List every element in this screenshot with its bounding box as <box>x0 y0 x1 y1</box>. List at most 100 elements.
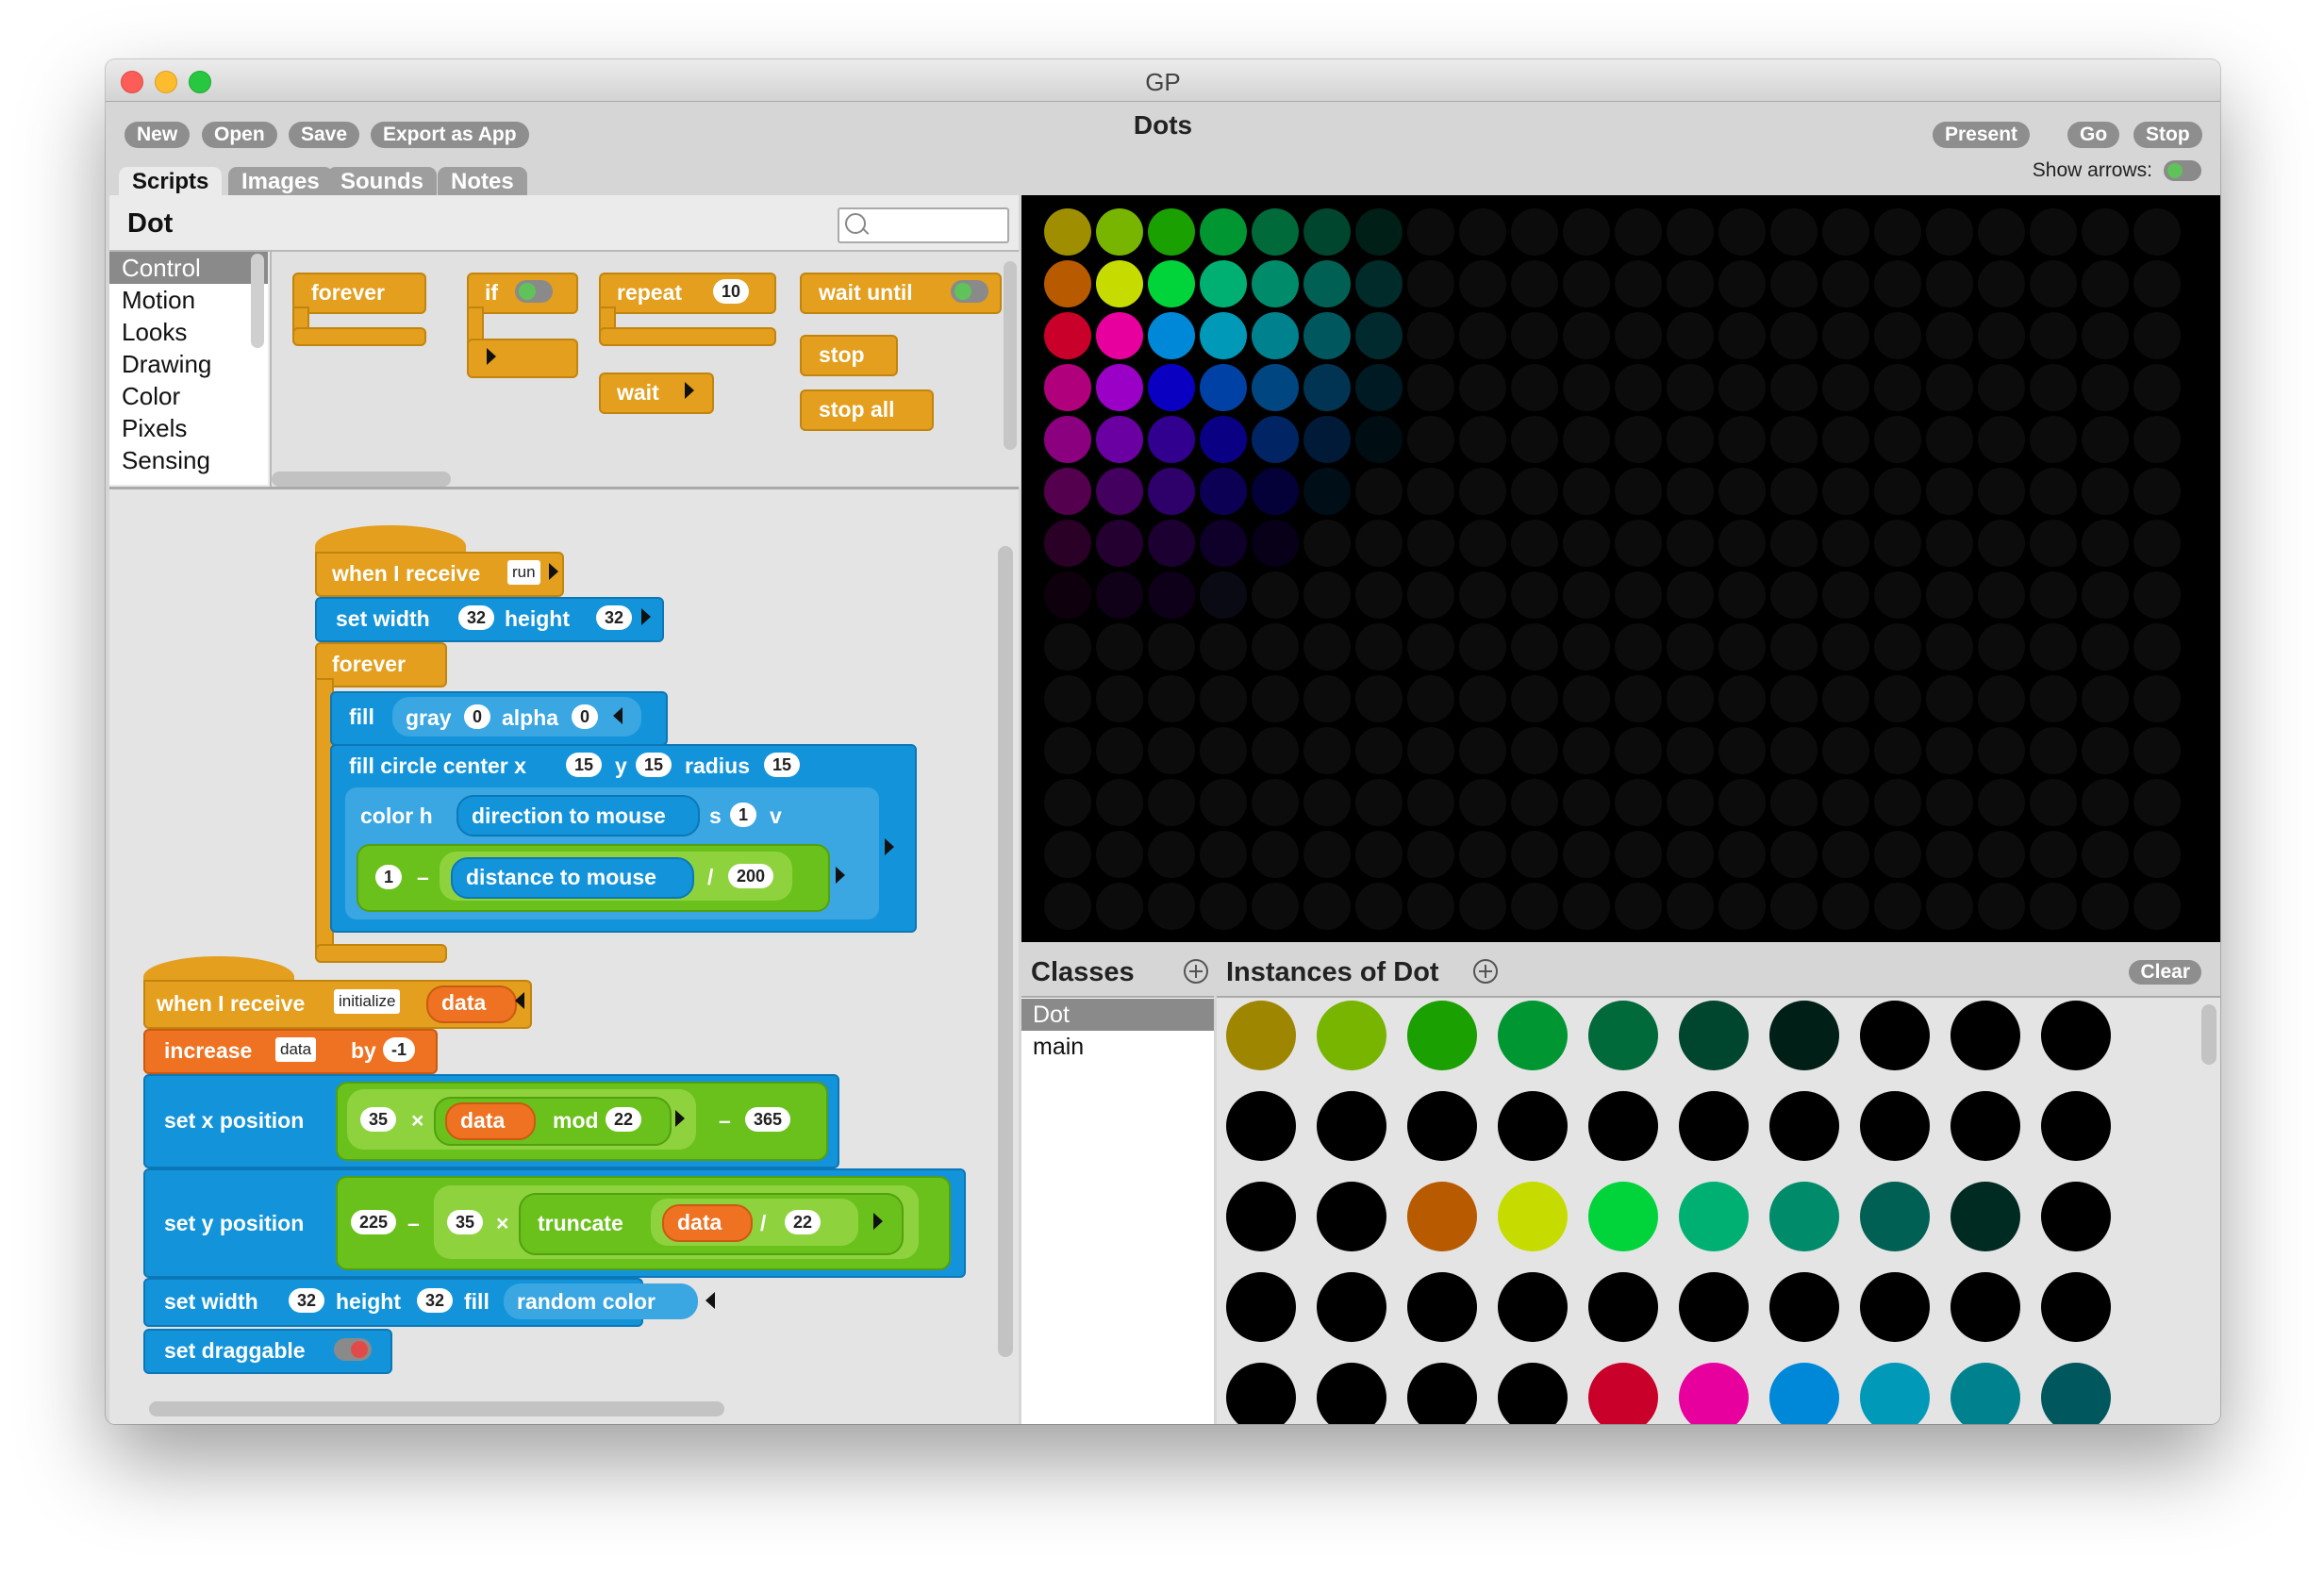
scripts-horizontal-scrollbar[interactable] <box>149 1401 724 1416</box>
stage-dot[interactable] <box>1355 883 1403 930</box>
stage-dot[interactable] <box>1355 208 1403 256</box>
stage-dot[interactable] <box>1615 208 1662 256</box>
instance-thumbnail[interactable] <box>1407 1182 1477 1251</box>
scripts-vertical-scrollbar[interactable] <box>998 546 1013 1357</box>
stage-dot[interactable] <box>1459 364 1506 411</box>
stage-dot[interactable] <box>1563 883 1610 930</box>
stage-dot[interactable] <box>1770 208 1818 256</box>
stage-dot[interactable] <box>1511 571 1558 619</box>
instance-thumbnail[interactable] <box>1317 1182 1386 1251</box>
stage-dot[interactable] <box>1615 312 1662 359</box>
stage-dot[interactable] <box>1563 364 1610 411</box>
stage-dot[interactable] <box>1459 675 1506 722</box>
instance-thumbnail[interactable] <box>1769 1182 1839 1251</box>
stage-dot[interactable] <box>1718 571 1766 619</box>
stage-dot[interactable] <box>1303 520 1351 567</box>
stage-dot[interactable] <box>2030 831 2077 878</box>
instance-thumbnail[interactable] <box>1317 1091 1386 1161</box>
tab-notes[interactable]: Notes <box>438 167 527 197</box>
stage-dot[interactable] <box>1667 312 1714 359</box>
stage-dot[interactable] <box>1874 468 1921 515</box>
stage-dot[interactable] <box>1718 260 1766 307</box>
height-input[interactable]: 32 <box>417 1288 454 1313</box>
stage-dot[interactable] <box>1978 260 2025 307</box>
instance-thumbnail[interactable] <box>1769 1272 1839 1342</box>
stage-dot[interactable] <box>1822 727 1869 774</box>
instance-thumbnail[interactable] <box>1317 1272 1386 1342</box>
stage-dot[interactable] <box>1200 623 1247 671</box>
stage-dot[interactable] <box>1200 779 1247 826</box>
new-button[interactable]: New <box>124 122 191 148</box>
stage-dot[interactable] <box>1874 364 1921 411</box>
stage-dot[interactable] <box>2030 623 2077 671</box>
width-input[interactable]: 32 <box>458 605 495 630</box>
instance-thumbnail[interactable] <box>1769 1091 1839 1161</box>
stage-dot[interactable] <box>1770 312 1818 359</box>
stage-dot[interactable] <box>1355 260 1403 307</box>
expand-arrow-icon[interactable] <box>685 382 694 399</box>
stage-dot[interactable] <box>1926 675 1973 722</box>
stage-dot[interactable] <box>1615 727 1662 774</box>
stage[interactable] <box>1021 195 2220 942</box>
stage-dot[interactable] <box>1926 260 1973 307</box>
stage-dot[interactable] <box>1355 623 1403 671</box>
stage-dot[interactable] <box>1563 675 1610 722</box>
stage-dot[interactable] <box>1770 416 1818 463</box>
stage-dot[interactable] <box>1096 416 1143 463</box>
stage-dot[interactable] <box>1044 416 1091 463</box>
stage-dot[interactable] <box>1407 727 1454 774</box>
stage-dot[interactable] <box>1874 675 1921 722</box>
stage-dot[interactable] <box>1822 468 1869 515</box>
collapse-arrow-icon[interactable] <box>613 707 622 724</box>
stage-dot[interactable] <box>1252 675 1299 722</box>
stage-dot[interactable] <box>1044 312 1091 359</box>
category-motion[interactable]: Motion <box>109 284 268 316</box>
stage-dot[interactable] <box>1252 208 1299 256</box>
mod-input[interactable]: 22 <box>606 1107 642 1132</box>
stage-dot[interactable] <box>1252 883 1299 930</box>
stage-dot[interactable] <box>1511 623 1558 671</box>
palette-vertical-scrollbar[interactable] <box>1004 261 1017 450</box>
stage-dot[interactable] <box>1407 260 1454 307</box>
instance-thumbnail[interactable] <box>1679 1182 1749 1251</box>
stage-dot[interactable] <box>1926 623 1973 671</box>
stage-dot[interactable] <box>1615 779 1662 826</box>
stage-dot[interactable] <box>1718 831 1766 878</box>
stage-dot[interactable] <box>1667 883 1714 930</box>
stage-dot[interactable] <box>1511 883 1558 930</box>
stage-dot[interactable] <box>1407 571 1454 619</box>
stage-dot[interactable] <box>2082 831 2129 878</box>
instance-thumbnail[interactable] <box>1769 1001 1839 1070</box>
stage-dot[interactable] <box>1355 364 1403 411</box>
stop-button[interactable]: Stop <box>2133 122 2202 148</box>
stage-dot[interactable] <box>1355 727 1403 774</box>
y-multiplier-input[interactable]: 35 <box>447 1210 484 1234</box>
stage-dot[interactable] <box>1822 675 1869 722</box>
stage-dot[interactable] <box>1252 520 1299 567</box>
stage-dot[interactable] <box>1978 779 2025 826</box>
instance-thumbnail[interactable] <box>1498 1091 1568 1161</box>
expand-arrow-icon[interactable] <box>641 608 651 625</box>
stage-dot[interactable] <box>1200 260 1247 307</box>
expand-arrow-icon[interactable] <box>836 867 845 884</box>
stage-dot[interactable] <box>1355 831 1403 878</box>
stage-dot[interactable] <box>1252 364 1299 411</box>
search-input[interactable] <box>838 207 1009 243</box>
stage-dot[interactable] <box>2030 571 2077 619</box>
stage-dot[interactable] <box>1615 468 1662 515</box>
stage-dot[interactable] <box>2082 675 2129 722</box>
instance-thumbnail[interactable] <box>1769 1363 1839 1424</box>
stage-dot[interactable] <box>1044 831 1091 878</box>
stage-dot[interactable] <box>1252 260 1299 307</box>
category-scrollbar[interactable] <box>251 254 264 348</box>
stage-dot[interactable] <box>2030 312 2077 359</box>
stage-dot[interactable] <box>1355 312 1403 359</box>
category-color[interactable]: Color <box>109 380 268 412</box>
stage-dot[interactable] <box>2030 727 2077 774</box>
stage-dot[interactable] <box>1200 883 1247 930</box>
stage-dot[interactable] <box>2133 260 2181 307</box>
stage-dot[interactable] <box>1148 831 1195 878</box>
stage-dot[interactable] <box>1148 260 1195 307</box>
stage-dot[interactable] <box>2133 520 2181 567</box>
stage-dot[interactable] <box>2082 779 2129 826</box>
